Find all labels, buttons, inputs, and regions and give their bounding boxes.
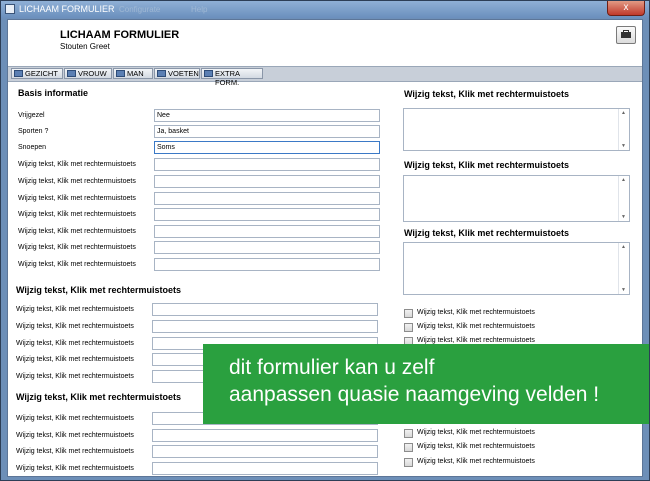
field-input[interactable] <box>154 158 380 171</box>
app-window: LICHAAM FORMULIER Configurate Help x LIC… <box>0 0 650 481</box>
tab-voeten[interactable]: VOETEN <box>154 68 200 79</box>
face-icon <box>14 70 23 77</box>
section-title-basis: Basis informatie <box>18 88 89 98</box>
field-label: Sporten ? <box>18 128 49 135</box>
field-label: Wijzig tekst, Klik met rechtermuistoets <box>18 161 136 168</box>
man-icon <box>116 70 125 77</box>
extra-form-icon <box>204 70 213 77</box>
field-input[interactable] <box>154 208 380 221</box>
promo-overlay: dit formulier kan u zelf aanpassen quasi… <box>203 344 649 424</box>
field-label: Wijzig tekst, Klik met rechtermuistoets <box>16 356 134 363</box>
app-icon <box>5 4 15 14</box>
scroll-down-icon: ▼ <box>621 214 626 220</box>
field-input[interactable] <box>154 241 380 254</box>
field-input[interactable] <box>152 303 378 316</box>
field-input[interactable] <box>154 192 380 205</box>
field-input[interactable] <box>154 175 380 188</box>
field-label: Wijzig tekst, Klik met rechtermuistoets <box>16 448 134 455</box>
checkbox[interactable] <box>404 443 413 452</box>
scroll-up-icon: ▲ <box>621 110 626 116</box>
promo-line-1: dit formulier kan u zelf <box>229 356 435 379</box>
checkbox[interactable] <box>404 429 413 438</box>
field-label: Wijzig tekst, Klik met rechtermuistoets <box>18 228 136 235</box>
scrollbar[interactable]: ▲ ▼ <box>618 109 629 150</box>
window-title: LICHAAM FORMULIER <box>19 4 115 14</box>
tab-label: VOETEN <box>168 69 199 78</box>
field-label: Wijzig tekst, Klik met rechtermuistoets <box>18 178 136 185</box>
faded-menu-help: Help <box>191 5 208 14</box>
tab-vrouw[interactable]: VROUW <box>64 68 112 79</box>
printer-icon <box>621 32 631 38</box>
checkbox[interactable] <box>404 458 413 467</box>
checkbox-label: Wijzig tekst, Klik met rechtermuistoets <box>417 323 535 330</box>
field-input[interactable] <box>154 225 380 238</box>
field-label: Wijzig tekst, Klik met rechtermuistoets <box>16 465 134 472</box>
scroll-down-icon: ▼ <box>621 287 626 293</box>
field-input[interactable] <box>152 429 378 442</box>
section-title-3: Wijzig tekst, Klik met rechtermuistoets <box>16 392 181 402</box>
tab-gezicht[interactable]: GEZICHT <box>11 68 63 79</box>
field-input[interactable] <box>154 258 380 271</box>
checkbox[interactable] <box>404 323 413 332</box>
print-button[interactable] <box>616 26 636 44</box>
field-input[interactable]: Nee <box>154 109 380 122</box>
tab-label: MAN <box>127 69 144 78</box>
field-input[interactable]: Soms <box>154 141 380 154</box>
tab-man[interactable]: MAN <box>113 68 153 79</box>
textarea-title: Wijzig tekst, Klik met rechtermuistoets <box>404 160 569 170</box>
field-label: Snoepen <box>18 144 47 151</box>
tab-extra-form[interactable]: EXTRA FORM. <box>201 68 263 87</box>
notes-textarea[interactable]: ▲ ▼ <box>403 108 630 151</box>
section-title-2: Wijzig tekst, Klik met rechtermuistoets <box>16 285 181 295</box>
field-input[interactable] <box>152 445 378 458</box>
textarea-title: Wijzig tekst, Klik met rechtermuistoets <box>404 89 569 99</box>
field-label: Wijzig tekst, Klik met rechtermuistoets <box>18 261 136 268</box>
tab-label: VROUW <box>78 69 107 78</box>
faded-menu-configurate: Configurate <box>119 5 161 14</box>
checkbox[interactable] <box>404 309 413 318</box>
notes-textarea[interactable]: ▲ ▼ <box>403 175 630 222</box>
textarea-title: Wijzig tekst, Klik met rechtermuistoets <box>404 228 569 238</box>
scroll-up-icon: ▲ <box>621 244 626 250</box>
field-label: Vrijgezel <box>18 112 45 119</box>
person-name: Stouten Greet <box>60 42 110 51</box>
tab-label: GEZICHT <box>25 69 58 78</box>
feet-icon <box>157 70 166 77</box>
title-bar[interactable]: LICHAAM FORMULIER Configurate Help x <box>1 1 649 18</box>
field-input[interactable] <box>152 462 378 475</box>
checkbox-label: Wijzig tekst, Klik met rechtermuistoets <box>417 309 535 316</box>
form-title: LICHAAM FORMULIER <box>60 29 180 41</box>
field-label: Wijzig tekst, Klik met rechtermuistoets <box>16 432 134 439</box>
checkbox-label: Wijzig tekst, Klik met rechtermuistoets <box>417 443 535 450</box>
scrollbar[interactable]: ▲ ▼ <box>618 176 629 221</box>
field-label: Wijzig tekst, Klik met rechtermuistoets <box>18 211 136 218</box>
field-label: Wijzig tekst, Klik met rechtermuistoets <box>16 415 134 422</box>
promo-line-2: aanpassen quasie naamgeving velden ! <box>229 383 600 406</box>
scroll-up-icon: ▲ <box>621 177 626 183</box>
checkbox-label: Wijzig tekst, Klik met rechtermuistoets <box>417 337 535 344</box>
checkbox-label: Wijzig tekst, Klik met rechtermuistoets <box>417 458 535 465</box>
field-label: Wijzig tekst, Klik met rechtermuistoets <box>18 244 136 251</box>
field-input[interactable] <box>152 320 378 333</box>
close-button[interactable]: x <box>607 1 645 16</box>
woman-icon <box>67 70 76 77</box>
scroll-down-icon: ▼ <box>621 143 626 149</box>
close-icon: x <box>623 2 629 13</box>
tab-bar: GEZICHT VROUW MAN VOETEN EXTRA FORM. <box>8 66 642 87</box>
field-label: Wijzig tekst, Klik met rechtermuistoets <box>16 340 134 347</box>
field-label: Wijzig tekst, Klik met rechtermuistoets <box>16 373 134 380</box>
scrollbar[interactable]: ▲ ▼ <box>618 243 629 294</box>
notes-textarea[interactable]: ▲ ▼ <box>403 242 630 295</box>
checkbox-label: Wijzig tekst, Klik met rechtermuistoets <box>417 429 535 436</box>
field-input[interactable]: Ja, basket <box>154 125 380 138</box>
field-label: Wijzig tekst, Klik met rechtermuistoets <box>16 306 134 313</box>
tab-label: EXTRA FORM. <box>215 69 240 87</box>
field-label: Wijzig tekst, Klik met rechtermuistoets <box>16 323 134 330</box>
field-label: Wijzig tekst, Klik met rechtermuistoets <box>18 195 136 202</box>
